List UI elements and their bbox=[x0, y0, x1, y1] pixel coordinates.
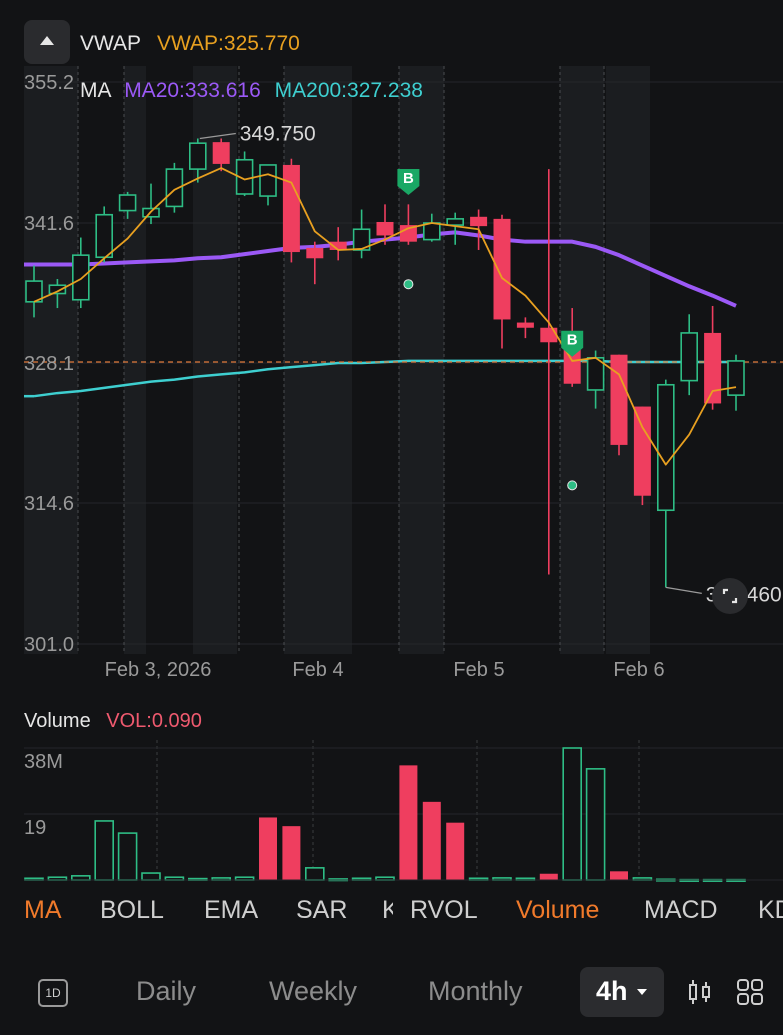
vwap-label: VWAP bbox=[80, 32, 142, 55]
x-tick-label: Feb 5 bbox=[453, 659, 504, 681]
volume-bar bbox=[259, 817, 277, 880]
candle-body bbox=[540, 327, 558, 343]
buy-signal-label: B bbox=[403, 170, 414, 187]
x-tick-label: Feb 6 bbox=[613, 659, 664, 681]
candle-body bbox=[189, 142, 207, 170]
tab-ema[interactable]: EMA bbox=[204, 896, 258, 925]
candle-body bbox=[633, 406, 651, 496]
candle-body bbox=[212, 142, 230, 164]
period-bar: 1D Daily Weekly Monthly 4h bbox=[0, 962, 783, 1022]
ma-indicator-row: MA MA20:333.616 MA200:327.238 bbox=[80, 79, 423, 103]
volume-chart: 38M 19 bbox=[24, 740, 783, 882]
collapse-arrow-button[interactable] bbox=[24, 20, 70, 64]
volume-title: Volume bbox=[24, 710, 91, 732]
volume-bar bbox=[141, 872, 161, 881]
fullscreen-button[interactable] bbox=[712, 578, 748, 614]
volume-y-tick: 19 bbox=[24, 817, 46, 839]
candle bbox=[282, 158, 300, 263]
volume-bar bbox=[446, 822, 465, 880]
candle-body bbox=[727, 360, 745, 396]
volume-bar bbox=[422, 801, 441, 880]
candle-body bbox=[422, 222, 441, 241]
low-leader bbox=[665, 586, 702, 594]
candle bbox=[516, 317, 534, 339]
tab-volume[interactable]: Volume bbox=[516, 896, 599, 925]
indicator-tabs: MA BOLL EMA SAR K RVOL Volume MACD KD bbox=[0, 896, 783, 946]
time-band bbox=[124, 66, 146, 654]
candle bbox=[633, 406, 651, 506]
candle-body bbox=[376, 221, 394, 236]
candle bbox=[540, 169, 558, 575]
x-tick-label: Feb 3, 2026 bbox=[105, 659, 212, 681]
candle-body bbox=[493, 218, 511, 320]
volume-bar bbox=[585, 768, 606, 881]
volume-value: VOL:0.090 bbox=[106, 710, 202, 732]
candlestick-type-icon[interactable] bbox=[686, 978, 714, 1006]
period-daily[interactable]: Daily bbox=[136, 976, 196, 1007]
candle bbox=[446, 212, 465, 245]
tab-boll[interactable]: BOLL bbox=[100, 896, 164, 925]
candle-body bbox=[259, 164, 277, 197]
tab-kd[interactable]: KD bbox=[758, 896, 783, 925]
high-price-label: 349.750 bbox=[240, 123, 316, 146]
candle bbox=[656, 379, 675, 588]
price-chart[interactable]: BB349.750306.460355.2341.6328.1314.6301.… bbox=[0, 66, 783, 696]
top-indicator-bar: VWAP VWAP:325.770 bbox=[0, 20, 783, 66]
tab-k[interactable]: K bbox=[382, 896, 393, 925]
y-tick-label: 355.2 bbox=[24, 72, 74, 94]
candle-body bbox=[656, 383, 675, 512]
candle-body bbox=[516, 322, 534, 328]
volume-bar bbox=[94, 820, 114, 881]
volume-bar bbox=[399, 765, 418, 880]
candle-body bbox=[306, 247, 324, 259]
volume-header: Volume VOL:0.090 bbox=[24, 710, 202, 733]
candle-body bbox=[118, 194, 137, 212]
one-day-button[interactable]: 1D bbox=[38, 979, 68, 1007]
signal-dot bbox=[403, 279, 414, 290]
candle-body bbox=[610, 354, 628, 445]
candle bbox=[352, 209, 371, 259]
y-tick-label: 301.0 bbox=[24, 634, 74, 656]
volume-bar bbox=[71, 875, 91, 881]
tab-ma[interactable]: MA bbox=[24, 896, 62, 925]
volume-y-tick: 38M bbox=[24, 751, 63, 773]
candle-body bbox=[95, 213, 113, 259]
ma-label: MA bbox=[80, 79, 111, 102]
vwap-value: VWAP:325.770 bbox=[157, 32, 300, 55]
period-selected: 4h bbox=[596, 976, 628, 1006]
period-selector[interactable]: 4h bbox=[580, 967, 664, 1017]
volume-bar bbox=[282, 826, 301, 880]
period-weekly[interactable]: Weekly bbox=[269, 976, 357, 1007]
volume-bar bbox=[304, 867, 325, 881]
signal-dot bbox=[567, 480, 578, 491]
tab-sar[interactable]: SAR bbox=[296, 896, 347, 925]
volume-bar bbox=[117, 832, 138, 881]
ma200-value: MA200:327.238 bbox=[274, 79, 423, 102]
candle-body bbox=[680, 332, 699, 382]
buy-signal-label: B bbox=[567, 332, 578, 349]
tab-macd[interactable]: MACD bbox=[644, 896, 718, 925]
volume-bar bbox=[610, 871, 628, 880]
candle-body bbox=[282, 164, 300, 253]
y-tick-label: 341.6 bbox=[24, 213, 74, 235]
grid-layout-icon[interactable] bbox=[736, 978, 764, 1006]
tab-rvol[interactable]: RVOL bbox=[410, 896, 478, 925]
candle bbox=[259, 164, 277, 206]
volume-bar bbox=[562, 747, 583, 881]
y-tick-label: 328.1 bbox=[24, 353, 74, 375]
time-band bbox=[284, 66, 352, 654]
caret-down-icon bbox=[637, 989, 647, 995]
candle bbox=[704, 305, 722, 410]
candle-body bbox=[470, 216, 488, 227]
x-tick-label: Feb 4 bbox=[292, 659, 343, 681]
candle-body bbox=[446, 218, 465, 226]
period-monthly[interactable]: Monthly bbox=[428, 976, 523, 1007]
ma20-value: MA20:333.616 bbox=[124, 79, 261, 102]
candle bbox=[680, 314, 699, 396]
volume-bar bbox=[539, 873, 558, 880]
candle bbox=[727, 354, 745, 411]
y-tick-label: 314.6 bbox=[24, 493, 74, 515]
expand-icon bbox=[722, 588, 738, 604]
candle-body bbox=[72, 254, 90, 301]
